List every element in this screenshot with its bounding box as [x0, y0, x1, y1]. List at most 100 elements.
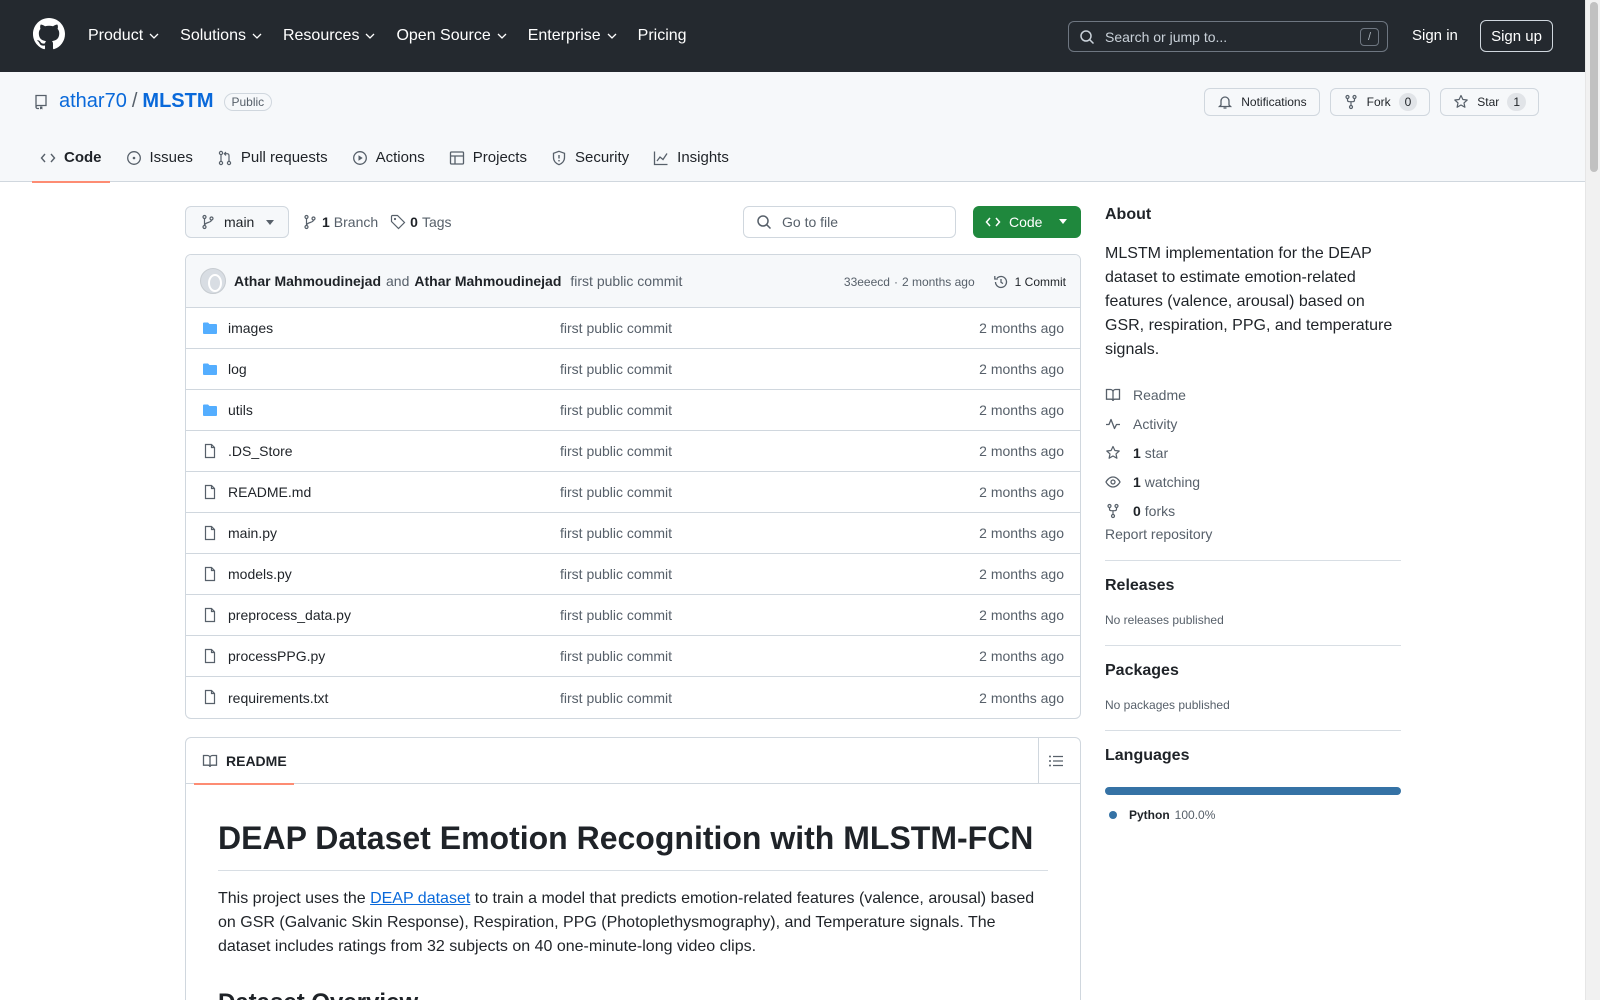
file-name-link[interactable]: .DS_Store: [228, 443, 293, 459]
list-outline-icon[interactable]: [1048, 753, 1064, 769]
issue-icon: [126, 151, 141, 165]
releases-empty-text: No releases published: [1105, 613, 1224, 627]
readme-link[interactable]: Readme: [1105, 380, 1401, 409]
file-name-link[interactable]: main.py: [228, 525, 277, 541]
table-row[interactable]: utils first public commit 2 months ago: [186, 390, 1080, 431]
file-commit-message-link[interactable]: first public commit: [560, 320, 672, 336]
nav-resources[interactable]: Resources: [283, 27, 376, 45]
branch-count-label: Branch: [333, 214, 379, 230]
avatar[interactable]: [200, 268, 226, 294]
file-commit-message-link[interactable]: first public commit: [560, 525, 672, 541]
commit-hash-link[interactable]: 33eeecd: [844, 275, 890, 289]
tab-insights[interactable]: Insights: [645, 143, 737, 182]
readme-tab[interactable]: README: [194, 738, 294, 785]
file-commit-message-link[interactable]: first public commit: [560, 690, 672, 706]
packages-heading[interactable]: Packages: [1105, 662, 1401, 680]
commit-coauthor-link[interactable]: Athar Mahmoudinejad: [414, 273, 561, 289]
forks-link[interactable]: 0 forks: [1105, 496, 1401, 525]
tab-security[interactable]: Security: [543, 143, 637, 182]
nav-open-source[interactable]: Open Source: [396, 27, 507, 45]
table-row[interactable]: processPPG.py first public commit 2 months…: [186, 636, 1080, 677]
releases-heading[interactable]: Releases: [1105, 577, 1401, 595]
stars-link[interactable]: 1 star: [1105, 438, 1401, 467]
branches-link[interactable]: 1 Branch: [302, 214, 378, 230]
file-commit-message-link[interactable]: first public commit: [560, 443, 672, 459]
file-name-link[interactable]: preprocess_data.py: [228, 607, 351, 623]
language-name: Python: [1129, 808, 1170, 822]
fork-icon: [1345, 94, 1357, 110]
tab-actions[interactable]: Actions: [344, 143, 433, 182]
language-bar: [1105, 787, 1401, 795]
file-name-link[interactable]: images: [228, 320, 273, 336]
file-commit-message-link[interactable]: first public commit: [560, 402, 672, 418]
language-item-python[interactable]: Python 100.0%: [1105, 808, 1401, 822]
file-name-link[interactable]: utils: [228, 402, 253, 418]
fork-button[interactable]: Fork 0: [1329, 88, 1431, 116]
file-name-link[interactable]: README.md: [228, 484, 311, 500]
commit-author-link[interactable]: Athar Mahmoudinejad: [234, 273, 381, 289]
tab-pull-requests[interactable]: Pull requests: [209, 143, 336, 182]
watchers-link[interactable]: 1 watching: [1105, 467, 1401, 496]
file-name-link[interactable]: log: [228, 361, 247, 377]
nav-product[interactable]: Product: [88, 27, 160, 45]
tags-link[interactable]: 0 Tags: [390, 214, 452, 230]
tab-projects[interactable]: Projects: [441, 143, 535, 182]
readme-tab-label: README: [226, 753, 287, 769]
language-color-dot: [1109, 811, 1117, 819]
file-name-link[interactable]: requirements.txt: [228, 690, 328, 706]
table-row[interactable]: requirements.txt first public commit 2 mon…: [186, 677, 1080, 718]
scrollbar-thumb[interactable]: [1590, 2, 1598, 172]
nav-solutions[interactable]: Solutions: [180, 27, 263, 45]
commit-age: 2 months ago: [901, 274, 975, 289]
deap-dataset-link[interactable]: DEAP dataset: [370, 890, 470, 907]
repo-name-link[interactable]: MLSTM: [142, 90, 213, 113]
go-to-file-input[interactable]: Go to file: [743, 206, 956, 238]
table-row[interactable]: models.py first public commit 2 months ago: [186, 554, 1080, 595]
table-row[interactable]: images first public commit 2 months ago: [186, 308, 1080, 349]
nav-label: Pricing: [637, 27, 687, 44]
file-commit-age: 2 months ago: [979, 566, 1064, 582]
commit-history-link[interactable]: 1 Commit: [993, 274, 1066, 290]
sign-in-link[interactable]: Sign in: [1412, 27, 1458, 44]
readme-header: README: [186, 738, 1080, 785]
report-repository-link[interactable]: Report repository: [1105, 526, 1401, 542]
github-logo-icon[interactable]: [33, 18, 65, 50]
go-to-file-placeholder: Go to file: [782, 214, 839, 230]
sign-up-button[interactable]: Sign up: [1480, 20, 1553, 52]
file-commit-message-link[interactable]: first public commit: [560, 566, 672, 582]
chevron-down-icon: [252, 33, 262, 39]
file-name-link[interactable]: models.py: [228, 566, 292, 582]
nav-pricing[interactable]: Pricing: [638, 27, 687, 45]
languages-heading: Languages: [1105, 747, 1190, 764]
file-commit-message-link[interactable]: first public commit: [560, 607, 672, 623]
file-name-link[interactable]: processPPG.py: [228, 648, 325, 664]
folder-icon: [203, 404, 217, 416]
table-row[interactable]: preprocess_data.py first public commit 2 m…: [186, 595, 1080, 636]
table-row[interactable]: log first public commit 2 months ago: [186, 349, 1080, 390]
readme-content: DEAP Dataset Emotion Recognition with ML…: [186, 784, 1080, 1000]
star-button[interactable]: Star 1: [1440, 88, 1539, 116]
branch-select-button[interactable]: main: [185, 206, 289, 238]
code-dropdown-button[interactable]: Code: [973, 206, 1081, 238]
tab-code[interactable]: Code: [32, 143, 110, 183]
nav-label: Solutions: [180, 27, 246, 44]
page-scrollbar[interactable]: [1585, 0, 1600, 1000]
table-row[interactable]: README.md first public commit 2 months ago: [186, 472, 1080, 513]
table-row[interactable]: .DS_Store first public commit 2 months ago: [186, 431, 1080, 472]
search-input[interactable]: Search or jump to... /: [1068, 21, 1388, 52]
table-row[interactable]: main.py first public commit 2 months ago: [186, 513, 1080, 554]
activity-link[interactable]: Activity: [1105, 409, 1401, 438]
folder-icon: [203, 363, 217, 375]
file-commit-message-link[interactable]: first public commit: [560, 484, 672, 500]
notifications-button[interactable]: Notifications: [1204, 88, 1320, 116]
tab-issues[interactable]: Issues: [118, 143, 201, 182]
file-commit-message-link[interactable]: first public commit: [560, 361, 672, 377]
nav-enterprise[interactable]: Enterprise: [528, 27, 618, 45]
file-commit-message-link[interactable]: first public commit: [560, 648, 672, 664]
repo-owner-link[interactable]: athar70: [59, 90, 127, 113]
commit-message-link[interactable]: first public commit: [570, 273, 682, 289]
repo-icon: [35, 94, 47, 109]
fork-icon: [1107, 503, 1119, 518]
about-description: MLSTM implementation for the DEAP datase…: [1105, 245, 1393, 358]
repo-tabs: Code Issues Pull requests Actions Projec…: [32, 143, 745, 183]
